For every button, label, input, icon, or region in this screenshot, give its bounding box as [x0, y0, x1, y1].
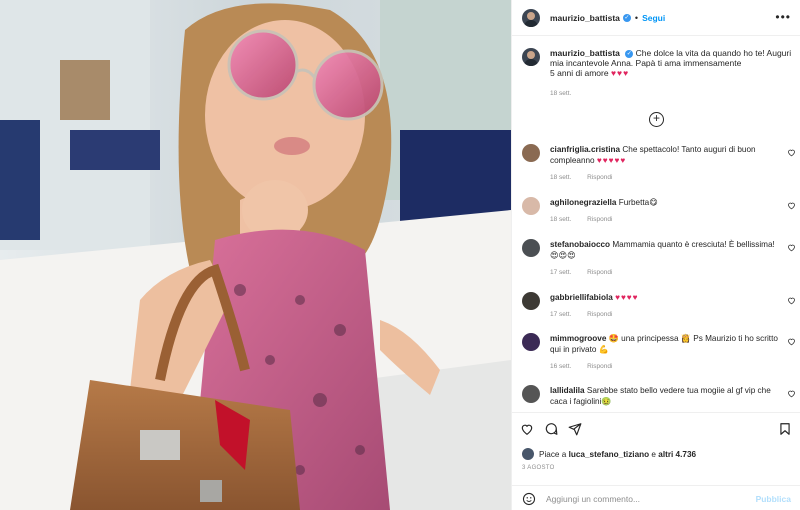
like-comment-heart-icon[interactable]: [787, 243, 796, 252]
post-header: maurizio_battista ✓ • Segui •••: [512, 0, 800, 36]
emoji-icon[interactable]: [522, 492, 536, 506]
bookmark-icon[interactable]: [778, 422, 792, 436]
comment-item: lallidalila Sarebbe stato bello vedere t…: [522, 385, 800, 407]
caption-username[interactable]: maurizio_battista: [550, 48, 620, 58]
comment-text: Furbetta😋: [618, 198, 658, 207]
comment-meta: 17 sett. Rispondi: [550, 311, 800, 318]
comment-body: gabbriellifabiola ♥♥♥♥: [550, 292, 784, 303]
caption-text: maurizio_battista ✓ Che dolce la vita da…: [550, 48, 792, 78]
caption-time: 18 sett.: [550, 90, 572, 97]
comment-meta: 18 sett. Rispondi: [550, 174, 800, 181]
comment-meta: 17 sett. Rispondi: [550, 269, 800, 276]
caption-hearts: ♥♥♥: [610, 68, 630, 78]
follow-button[interactable]: Segui: [642, 13, 665, 23]
author-username[interactable]: maurizio_battista: [550, 13, 620, 23]
comment-body: lallidalila Sarebbe stato bello vedere t…: [550, 385, 784, 407]
comment-username[interactable]: gabbriellifabiola: [550, 293, 613, 302]
comments-scroll-area[interactable]: maurizio_battista ✓ Che dolce la vita da…: [512, 37, 800, 412]
author-avatar[interactable]: [522, 8, 540, 27]
comment-hearts: ♥♥♥♥♥: [596, 156, 627, 165]
liker-avatar[interactable]: [522, 448, 534, 460]
photo-illustration: [0, 0, 511, 510]
likes-count[interactable]: altri 4.736: [658, 450, 696, 459]
reply-button[interactable]: Rispondi: [587, 216, 612, 223]
comment-avatar[interactable]: [522, 333, 540, 351]
likes-prefix: Piace a: [539, 449, 567, 459]
comment-time: 17 sett.: [550, 311, 572, 318]
comment-meta: 18 sett. Rispondi: [550, 216, 800, 223]
comment-item: aghilonegraziella Furbetta😋 18 sett. Ris…: [522, 197, 800, 223]
separator-dot: •: [634, 12, 639, 23]
add-comment-bar: Pubblica: [512, 485, 800, 510]
comment-item: mimmogroove 🤩 una principessa 👸 Ps Mauri…: [522, 333, 800, 370]
comment-meta: 16 sett. Rispondi: [550, 363, 800, 370]
post-actions: Piace a luca_stefano_tiziano e altri 4.7…: [512, 412, 800, 510]
comment-body: mimmogroove 🤩 una principessa 👸 Ps Mauri…: [550, 333, 784, 355]
comment-username[interactable]: stefanobaiocco: [550, 240, 610, 249]
comment-avatar[interactable]: [522, 197, 540, 215]
likes-mid: e: [651, 449, 656, 459]
reply-button[interactable]: Rispondi: [587, 269, 612, 276]
comment-time: 18 sett.: [550, 216, 572, 223]
publish-button[interactable]: Pubblica: [756, 494, 791, 504]
comment-avatar[interactable]: [522, 292, 540, 310]
reply-button[interactable]: Rispondi: [587, 174, 612, 181]
comment-item: stefanobaiocco Mammamia quanto è cresciu…: [522, 239, 800, 276]
comment-hearts: ♥♥♥♥: [615, 293, 639, 302]
heart-icon[interactable]: [520, 422, 534, 436]
comment-username[interactable]: aghilonegraziella: [550, 198, 616, 207]
comment-input[interactable]: [546, 493, 756, 504]
comment-username[interactable]: cianfriglia.cristina: [550, 145, 620, 154]
like-comment-heart-icon[interactable]: [787, 148, 796, 157]
comment-body: aghilonegraziella Furbetta😋: [550, 197, 784, 208]
post-date[interactable]: 3 AGOSTO: [522, 465, 555, 471]
comment-time: 16 sett.: [550, 363, 572, 370]
action-icons: [520, 422, 582, 436]
reply-button[interactable]: Rispondi: [587, 311, 612, 318]
caption-verified-badge-icon: ✓: [625, 49, 634, 58]
likes-summary: Piace a luca_stefano_tiziano e altri 4.7…: [522, 448, 696, 460]
comment-body: stefanobaiocco Mammamia quanto è cresciu…: [550, 239, 784, 261]
comment-avatar[interactable]: [522, 239, 540, 257]
like-comment-heart-icon[interactable]: [787, 296, 796, 305]
comment-username[interactable]: lallidalila: [550, 386, 585, 395]
like-comment-heart-icon[interactable]: [787, 337, 796, 346]
share-icon[interactable]: [568, 422, 582, 436]
caption: maurizio_battista ✓ Che dolce la vita da…: [522, 48, 792, 97]
post-photo[interactable]: [0, 0, 511, 510]
like-comment-heart-icon[interactable]: [787, 201, 796, 210]
more-options-icon[interactable]: •••: [775, 10, 791, 24]
caption-line2: 5 anni di amore: [550, 68, 609, 78]
comment-item: cianfriglia.cristina Che spettacolo! Tan…: [522, 144, 800, 181]
caption-avatar[interactable]: [522, 48, 540, 66]
likes-user[interactable]: luca_stefano_tiziano: [569, 450, 650, 459]
comment-time: 17 sett.: [550, 269, 572, 276]
comment-avatar[interactable]: [522, 385, 540, 403]
post-panel: maurizio_battista ✓ • Segui ••• maurizio…: [511, 0, 800, 510]
comment-avatar[interactable]: [522, 144, 540, 162]
comment-icon[interactable]: [544, 422, 558, 436]
comment-time: 18 sett.: [550, 174, 572, 181]
comment-username[interactable]: mimmogroove: [550, 334, 606, 343]
reply-button[interactable]: Rispondi: [587, 363, 612, 370]
like-comment-heart-icon[interactable]: [787, 389, 796, 398]
verified-badge-icon: ✓: [622, 13, 631, 22]
load-more-comments-button[interactable]: +: [649, 112, 664, 127]
comment-body: cianfriglia.cristina Che spettacolo! Tan…: [550, 144, 784, 166]
comment-item: gabbriellifabiola ♥♥♥♥ 17 sett. Rispondi: [522, 292, 800, 318]
